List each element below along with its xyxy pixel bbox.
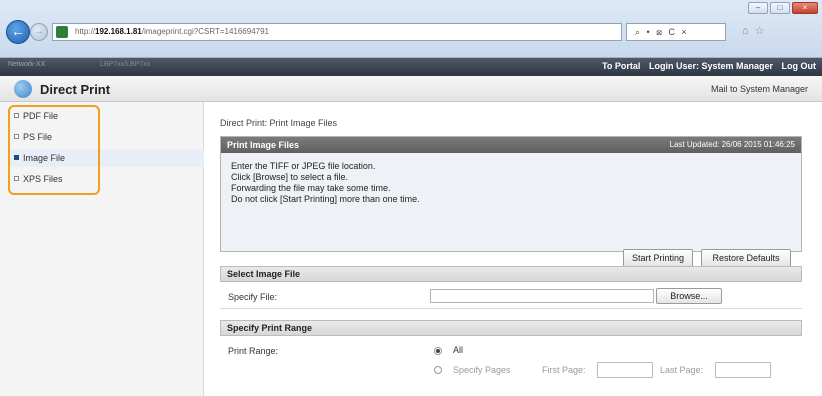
specify-print-range-section: Specify Print Range <box>220 320 802 336</box>
favorites-star-icon[interactable]: ☆ <box>755 25 771 37</box>
to-portal-link[interactable]: To Portal <box>602 61 640 71</box>
window-controls: – □ × <box>748 2 818 14</box>
home-icon[interactable]: ⌂ <box>742 25 755 37</box>
specify-file-label: Specify File: <box>228 292 278 302</box>
panel-header: Print Image Files Last Updated: 26/06 20… <box>221 137 801 153</box>
breadcrumb: Direct Print: Print Image Files <box>220 118 338 128</box>
browser-chrome: – □ × ← → http://192.168.1.81/imageprint… <box>0 0 822 58</box>
logout-link[interactable]: Log Out <box>782 61 817 71</box>
file-path-input[interactable] <box>430 289 654 303</box>
instructions-box: Enter the TIFF or JPEG file location. Cl… <box>221 153 801 267</box>
url-host: 192.168.1.81 <box>95 27 142 36</box>
login-user-text: Login User: System Manager <box>648 61 773 71</box>
last-page-label: Last Page: <box>660 365 704 375</box>
print-image-files-panel: Print Image Files Last Updated: 26/06 20… <box>220 136 802 267</box>
address-bar[interactable]: http://192.168.1.81/imageprint.cgi?CSRT=… <box>52 23 622 41</box>
page-header: Direct Print Mail to System Manager <box>0 76 822 102</box>
direct-print-logo-icon <box>14 80 32 98</box>
divider <box>220 308 802 309</box>
instruction-line: Click [Browse] to select a file. <box>231 172 349 182</box>
last-updated: Last Updated: 26/06 2015 01:46:25 <box>669 140 795 149</box>
close-button[interactable]: × <box>792 2 818 14</box>
address-tools[interactable]: ⌕ • ⊠ C × <box>626 23 726 41</box>
print-range-label: Print Range: <box>228 346 279 356</box>
start-printing-button[interactable]: Start Printing <box>623 249 693 267</box>
device-name: Network-XX <box>8 61 46 68</box>
site-favicon-icon <box>56 26 68 38</box>
first-page-label: First Page: <box>542 365 586 375</box>
maximize-button[interactable]: □ <box>770 2 790 14</box>
instruction-line: Enter the TIFF or JPEG file location. <box>231 161 376 171</box>
last-page-input[interactable] <box>715 362 771 378</box>
sidebar-highlight-frame <box>8 105 100 195</box>
back-arrow-icon[interactable]: ← <box>6 20 30 44</box>
all-option-label: All <box>453 345 464 355</box>
top-links: To Portal Login User: System Manager Log… <box>596 61 816 71</box>
all-pages-radio[interactable] <box>434 347 442 355</box>
specify-pages-radio[interactable] <box>434 366 442 374</box>
url-prefix: http:// <box>75 27 96 36</box>
url-path: /imageprint.cgi?CSRT=1416694791 <box>141 27 270 36</box>
instruction-line: Do not click [Start Printing] more than … <box>231 194 420 204</box>
panel-title: Print Image Files <box>227 140 300 150</box>
forward-arrow-icon[interactable]: → <box>30 23 48 41</box>
select-image-file-section: Select Image File <box>220 266 802 282</box>
device-model: LBP7xx/LBP7xx <box>100 61 151 68</box>
first-page-input[interactable] <box>597 362 653 378</box>
browse-button[interactable]: Browse... <box>656 288 722 304</box>
page-title: Direct Print <box>40 82 111 97</box>
minimize-button[interactable]: – <box>748 2 768 14</box>
instruction-line: Forwarding the file may take some time. <box>231 183 391 193</box>
top-navigation-bar: Network-XX LBP7xx/LBP7xx To Portal Login… <box>0 58 822 76</box>
specify-pages-label: Specify Pages <box>453 365 511 375</box>
browser-toolbar-icons[interactable]: ⌂☆ <box>742 24 771 37</box>
restore-defaults-button[interactable]: Restore Defaults <box>701 249 791 267</box>
mail-to-system-manager-link[interactable]: Mail to System Manager <box>711 84 808 94</box>
